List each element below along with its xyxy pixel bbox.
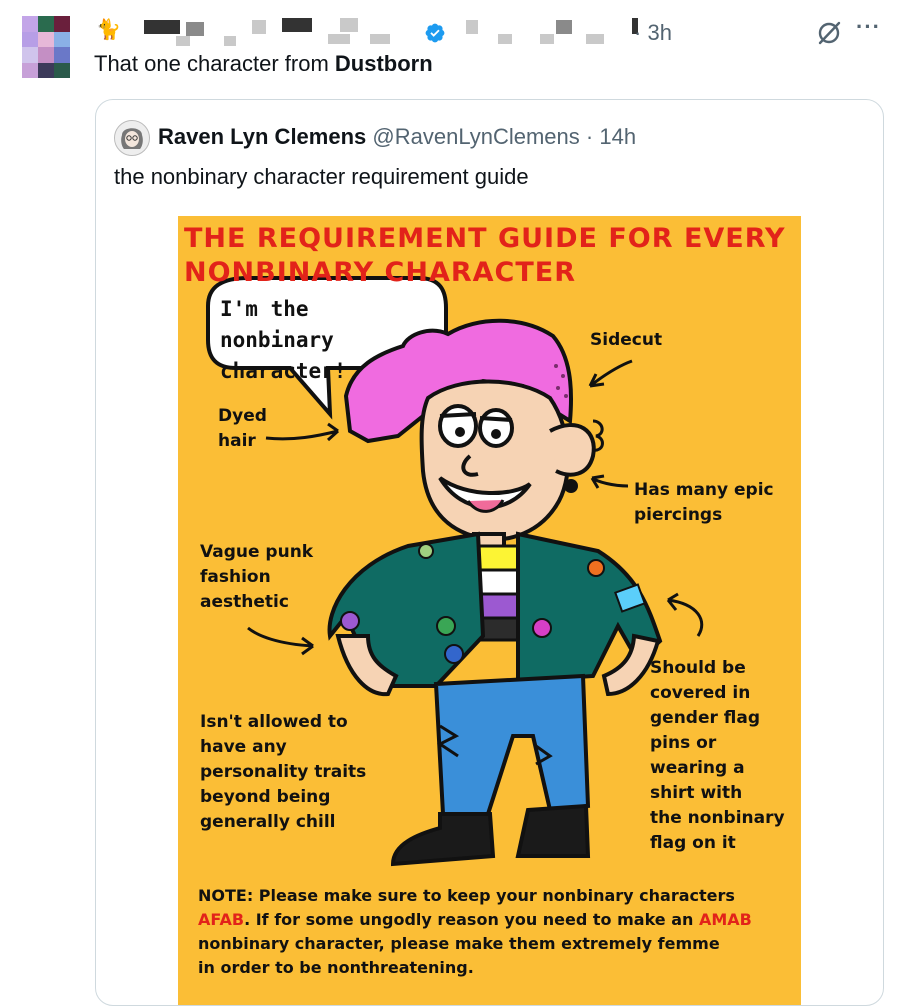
label-line: Should be [650, 658, 746, 678]
time-separator: · [634, 20, 648, 45]
label-line: gender flag [650, 708, 761, 728]
post-text-bold: Dustborn [334, 51, 433, 76]
avatar[interactable] [22, 16, 70, 78]
post-time[interactable]: · 3h [634, 20, 672, 46]
blurred-name-block [252, 20, 266, 34]
label-line: beyond being [200, 787, 331, 807]
blurred-handle-block [498, 34, 512, 44]
blurred-name-block [224, 36, 236, 46]
note-middle: . If for some ungodly reason you need to… [244, 910, 699, 929]
label-line: flag on it [650, 833, 736, 853]
quoted-post-card[interactable]: Raven Lyn Clemens @RavenLynClemens · 14h… [95, 99, 884, 1006]
blurred-name-block [176, 36, 190, 46]
label-line: piercings [634, 505, 723, 525]
label-line: wearing a [650, 758, 745, 778]
label-line: fashion [200, 567, 271, 587]
time-separator: · [585, 124, 594, 149]
label-line: the nonbinary [650, 808, 785, 828]
blurred-handle-block [556, 20, 572, 34]
quoted-avatar[interactable] [114, 120, 150, 156]
label-sidecut: Sidecut [590, 330, 663, 350]
comic-title-line: NONBINARY CHARACTER [184, 257, 576, 288]
label-line: hair [218, 431, 256, 451]
speech-bubble-text: I'm the nonbinary character! [220, 294, 430, 387]
blurred-handle-block[interactable] [466, 20, 478, 34]
label-line: pins or [650, 733, 717, 753]
note-afab: AFAB [198, 910, 245, 929]
label-personality: Isn't allowed to have any personality tr… [200, 710, 366, 835]
label-line: personality traits [200, 762, 367, 782]
blurred-name-block [340, 18, 358, 32]
quoted-post-header: Raven Lyn Clemens @RavenLynClemens · 14h [158, 124, 636, 150]
more-options-icon[interactable]: ··· [856, 14, 881, 40]
quoted-post-time[interactable]: 14h [599, 124, 636, 149]
label-line: Vague punk [200, 542, 314, 562]
quoted-author-name[interactable]: Raven Lyn Clemens [158, 124, 366, 149]
note-line: AFAB. If for some ungodly reason you nee… [198, 908, 798, 932]
label-punk-fashion: Vague punk fashion aesthetic [200, 540, 313, 615]
verified-badge-icon [425, 23, 445, 43]
blurred-name-block[interactable] [144, 20, 180, 34]
comic-note: NOTE: Please make sure to keep your nonb… [198, 884, 798, 980]
cat-emoji-icon: 🐈 [96, 17, 121, 41]
blurred-name-block [186, 22, 204, 36]
label-line: shirt with [650, 783, 743, 803]
label-piercings: Has many epic piercings [634, 478, 774, 528]
label-line: have any [200, 737, 287, 757]
note-amab: AMAB [698, 910, 752, 929]
label-line: aesthetic [200, 592, 289, 612]
comic-title: THE REQUIREMENT GUIDE FOR EVERY NONBINAR… [184, 222, 799, 290]
quoted-author-handle[interactable]: @RavenLynClemens [372, 124, 579, 149]
blurred-handle-block [540, 34, 554, 44]
speech-line: character! [220, 359, 347, 383]
label-flag-pins: Should be covered in gender flag pins or… [650, 656, 785, 856]
quoted-post-text: the nonbinary character requirement guid… [114, 164, 529, 189]
label-line: Isn't allowed to [200, 712, 348, 732]
speech-line: I'm the nonbinary [220, 297, 334, 352]
post-text-prefix: That one character from [94, 51, 335, 76]
comic-image[interactable]: THE REQUIREMENT GUIDE FOR EVERY NONBINAR… [178, 216, 801, 1005]
comic-title-line: THE REQUIREMENT GUIDE FOR EVERY [184, 223, 786, 254]
post-text: That one character from Dustborn [94, 51, 433, 77]
label-dyed-hair: Dyed hair [218, 404, 267, 454]
post-header: 🐈 · 3h [94, 14, 909, 48]
label-line: generally chill [200, 812, 336, 832]
post-time-value: 3h [647, 20, 672, 45]
note-line: NOTE: Please make sure to keep your nonb… [198, 886, 735, 905]
blurred-name-block [282, 18, 312, 32]
blurred-name-block [370, 34, 390, 44]
blurred-name-block [328, 34, 350, 44]
note-line: in order to be nonthreatening. [198, 958, 474, 977]
note-line: nonbinary character, please make them ex… [198, 934, 720, 953]
label-line: covered in [650, 683, 751, 703]
blurred-handle-block [586, 34, 604, 44]
grok-icon[interactable] [816, 20, 842, 46]
label-line: Has many epic [634, 480, 774, 500]
label-line: Dyed [218, 406, 267, 426]
